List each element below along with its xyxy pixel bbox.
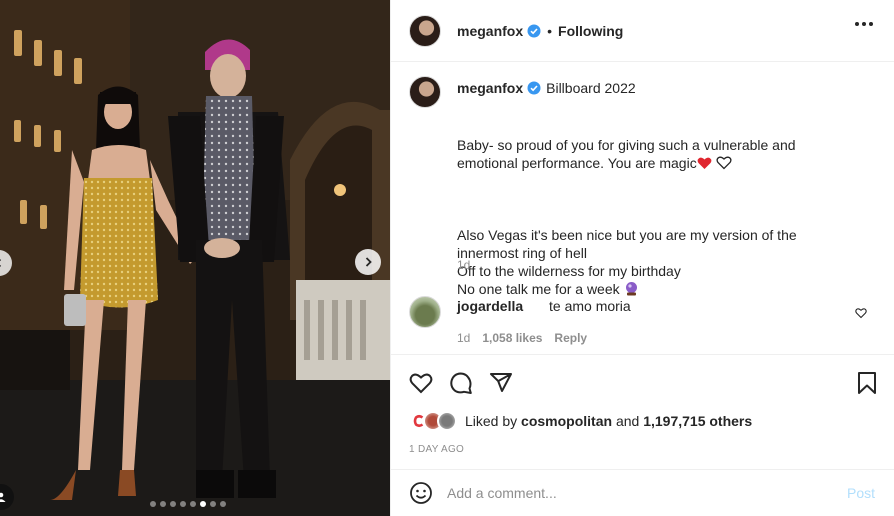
author-username[interactable]: meganfox: [457, 23, 523, 39]
share-icon: [490, 373, 512, 392]
post-header: meganfox • Following: [391, 0, 894, 62]
heart-icon: [855, 308, 867, 319]
carousel-dot: [220, 501, 226, 507]
crystal-ball-emoji-icon: [625, 282, 637, 296]
likes-summary: Liked by cosmopolitan and 1,197,715 othe…: [409, 411, 752, 431]
more-options-icon[interactable]: [855, 22, 873, 26]
carousel-dot-active: [200, 501, 206, 507]
comment-reply-button[interactable]: Reply: [554, 331, 587, 345]
verified-badge-icon: [527, 24, 541, 38]
carousel-dot: [190, 501, 196, 507]
comment-button[interactable]: [449, 371, 473, 395]
post-detail-panel: meganfox • Following meganfox Billboard …: [390, 0, 894, 516]
likes-user-link[interactable]: cosmopolitan: [521, 413, 612, 429]
likes-prefix: Liked by: [465, 413, 518, 429]
emoji-button[interactable]: [409, 481, 433, 505]
post-photo[interactable]: [0, 0, 390, 516]
comment-meta: 1d 1,058 likes Reply: [457, 331, 587, 345]
save-button[interactable]: [856, 371, 878, 395]
likes-middle: and: [615, 413, 640, 429]
emoji-icon: [410, 482, 432, 504]
caption-text: Baby- so proud of you for giving such a …: [457, 118, 837, 298]
comment-icon: [450, 372, 472, 394]
post-comment-button[interactable]: Post: [847, 485, 875, 501]
comment-like-button[interactable]: [855, 306, 867, 324]
chevron-left-icon: [0, 259, 2, 267]
post-actions: Liked by cosmopolitan and 1,197,715 othe…: [391, 354, 894, 469]
photo-illustration: [0, 0, 390, 516]
carousel-dot: [210, 501, 216, 507]
likes-text: Liked by cosmopolitan and 1,197,715 othe…: [465, 413, 752, 429]
following-button[interactable]: Following: [558, 23, 623, 39]
next-photo-button[interactable]: [355, 249, 381, 275]
like-button[interactable]: [409, 371, 433, 395]
heart-icon: [409, 373, 433, 394]
commenter-avatar[interactable]: [409, 296, 441, 328]
caption-author-avatar[interactable]: [409, 76, 441, 108]
comment-input[interactable]: [447, 485, 827, 501]
red-heart-emoji-icon: [697, 157, 712, 169]
post-caption: meganfox Billboard 2022 Baby- so proud o…: [409, 74, 879, 297]
likes-count-link[interactable]: 1,197,715 others: [643, 413, 752, 429]
share-button[interactable]: [489, 371, 513, 395]
carousel-indicator: [150, 501, 226, 507]
comment-timestamp[interactable]: 1d: [457, 331, 470, 345]
post-date[interactable]: 1 DAY AGO: [409, 444, 464, 455]
commenter-username[interactable]: jogardella: [457, 298, 523, 314]
liker-avatar[interactable]: [437, 411, 457, 431]
caption-paragraph-1: Baby- so proud of you for giving such a …: [457, 137, 796, 171]
user-tag-icon: [0, 492, 6, 502]
carousel-dot: [180, 501, 186, 507]
caption-timestamp[interactable]: 1d: [457, 258, 470, 272]
carousel-dot: [170, 501, 176, 507]
white-heart-emoji-icon: [716, 156, 732, 170]
comment-text: te amo moria: [549, 298, 631, 314]
verified-badge-icon: [527, 81, 541, 95]
comment-likes-count[interactable]: 1,058 likes: [482, 331, 542, 345]
add-comment-bar: Post: [391, 469, 894, 516]
carousel-dot: [150, 501, 156, 507]
chevron-right-icon: [365, 257, 372, 267]
carousel-dot: [160, 501, 166, 507]
header-separator: •: [547, 22, 553, 39]
caption-title: Billboard 2022: [546, 80, 636, 96]
author-avatar[interactable]: [409, 14, 441, 47]
caption-username[interactable]: meganfox: [457, 80, 523, 96]
bookmark-icon: [858, 372, 876, 394]
